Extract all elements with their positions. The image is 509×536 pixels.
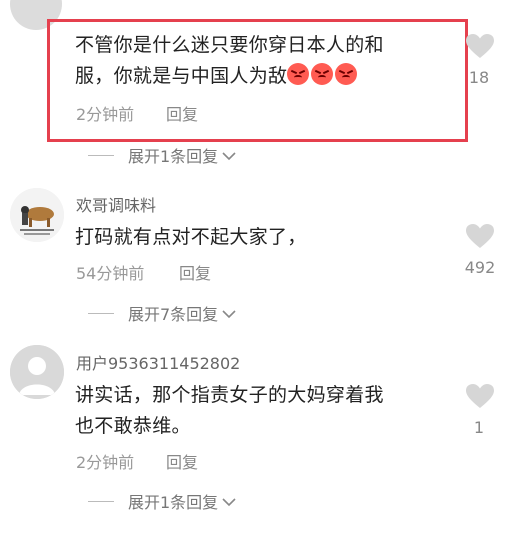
comment-time: 2分钟前 — [76, 105, 135, 124]
comment-time: 54分钟前 — [76, 264, 145, 283]
heart-icon[interactable] — [466, 224, 494, 249]
angry-face-icon — [335, 63, 358, 85]
expand-replies-label: 展开1条回复 — [128, 493, 219, 512]
expand-replies[interactable]: 展开1条回复 — [88, 143, 236, 167]
avatar[interactable] — [10, 188, 64, 242]
like-count: 1 — [473, 418, 485, 437]
username[interactable]: 用户9536311452802 — [76, 350, 240, 374]
chevron-down-icon — [222, 146, 236, 165]
comment-line: 也不敢恭维。 — [75, 415, 191, 437]
avatar[interactable] — [10, 345, 64, 399]
divider — [88, 500, 114, 502]
username[interactable]: 欢哥调味料 — [76, 192, 156, 216]
reply-button[interactable]: 回复 — [166, 449, 198, 473]
comment-line: 服，你就是与中国人为敌 — [75, 61, 384, 92]
comment-text: 讲实话，那个指责女子的大妈穿着我 也不敢恭维。 — [75, 380, 384, 442]
chevron-down-icon — [222, 304, 236, 323]
expand-replies[interactable]: 展开7条回复 — [88, 301, 236, 325]
reply-button[interactable]: 回复 — [179, 260, 211, 284]
divider — [88, 154, 114, 156]
expand-replies[interactable]: 展开1条回复 — [88, 489, 236, 513]
comment-text: 打码就有点对不起大家了， — [75, 226, 307, 248]
reply-button[interactable]: 回复 — [166, 101, 198, 125]
comment-line: 不管你是什么迷只要你穿日本人的和 — [75, 34, 384, 56]
divider — [88, 312, 114, 314]
expand-replies-label: 展开1条回复 — [128, 147, 219, 166]
expand-replies-label: 展开7条回复 — [128, 305, 219, 324]
angry-face-icon — [311, 63, 334, 85]
angry-face-icon — [287, 63, 310, 85]
comment-line: 讲实话，那个指责女子的大妈穿着我 — [75, 384, 384, 406]
like-count: 18 — [468, 68, 490, 87]
comment-time: 2分钟前 — [76, 453, 135, 472]
comment-line-text: 服，你就是与中国人为敌 — [75, 65, 288, 87]
heart-icon[interactable] — [466, 34, 494, 59]
comment-text: 不管你是什么迷只要你穿日本人的和 服，你就是与中国人为敌 — [75, 30, 384, 92]
chevron-down-icon — [222, 492, 236, 511]
like-count: 492 — [464, 258, 496, 277]
heart-icon[interactable] — [466, 384, 494, 409]
